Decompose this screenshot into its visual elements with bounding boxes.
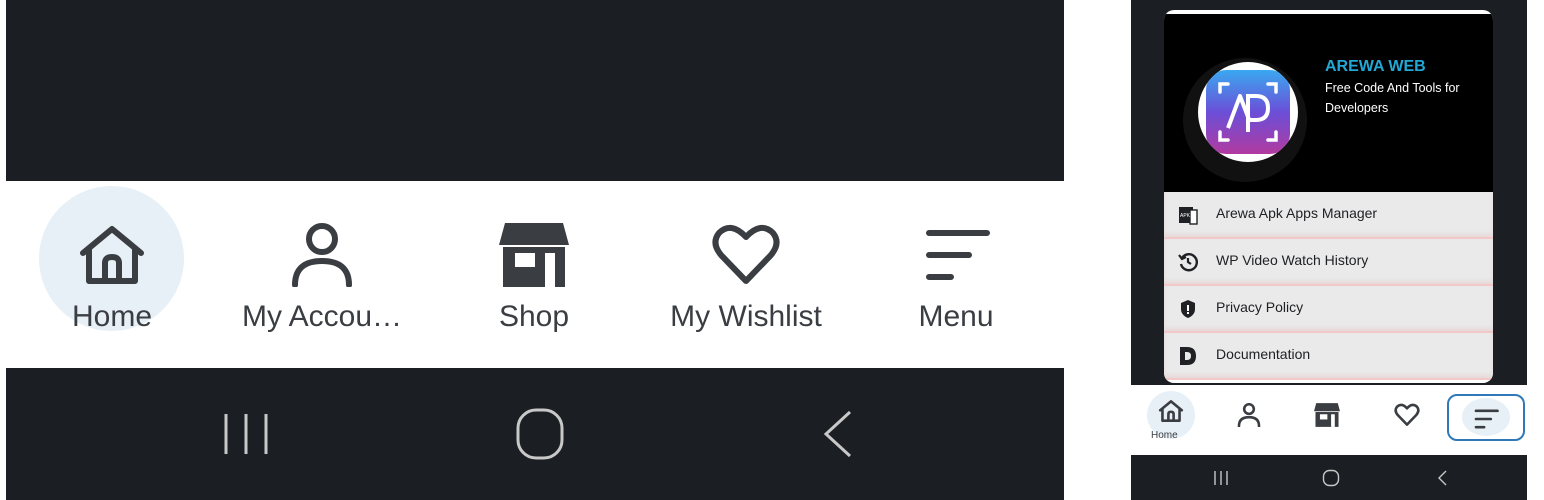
menu-icon xyxy=(921,223,991,287)
menu-item-label: Privacy Policy xyxy=(1216,299,1304,315)
home-icon xyxy=(1158,399,1184,423)
nav-my-wishlist[interactable]: My Wishlist xyxy=(646,181,846,368)
store-icon xyxy=(499,223,569,287)
apk-icon: APK xyxy=(1178,205,1198,225)
back-icon[interactable] xyxy=(1436,469,1448,487)
history-icon xyxy=(1178,252,1198,272)
mini-nav-wishlist[interactable] xyxy=(1377,385,1437,455)
store-icon xyxy=(1314,403,1340,427)
nav-menu-label: Menu xyxy=(918,300,994,333)
drawer-menu-list: APK Arewa Apk Apps Manager WP Video Watc… xyxy=(1164,192,1493,380)
nav-home[interactable]: Home xyxy=(12,181,212,368)
heart-icon xyxy=(1394,403,1420,427)
nav-shop-label: Shop xyxy=(498,300,570,333)
brand-title: AREWA WEB xyxy=(1325,58,1426,75)
home-circle-icon[interactable] xyxy=(1322,469,1340,487)
drawer-header: AREWA WEB Free Code And Tools for Develo… xyxy=(1164,14,1493,192)
mini-home-label: Home xyxy=(1151,430,1178,441)
document-d-icon xyxy=(1178,346,1198,366)
recents-icon[interactable] xyxy=(1213,469,1229,487)
menu-item-apk-manager[interactable]: APK Arewa Apk Apps Manager xyxy=(1164,192,1493,239)
user-icon xyxy=(1236,403,1262,427)
shield-icon xyxy=(1178,299,1198,319)
mini-nav-account[interactable] xyxy=(1219,385,1279,455)
phone-screenshot: AREWA WEB Free Code And Tools for Develo… xyxy=(1131,0,1527,500)
mini-nav-shop[interactable] xyxy=(1297,385,1357,455)
menu-item-watch-history[interactable]: WP Video Watch History xyxy=(1164,239,1493,286)
nav-my-account[interactable]: My Accou… xyxy=(222,181,422,368)
menu-item-documentation[interactable]: Documentation xyxy=(1164,333,1493,380)
brand-subtitle: Free Code And Tools for Developers xyxy=(1325,81,1460,115)
mini-nav-home[interactable] xyxy=(1141,385,1201,455)
back-icon[interactable] xyxy=(818,406,858,462)
menu-item-label: WP Video Watch History xyxy=(1216,252,1369,268)
zoomed-panel: Home My Accou… Shop My Wishlist Menu xyxy=(6,0,1064,500)
mini-bottom-nav: Home xyxy=(1131,385,1527,455)
heart-icon xyxy=(711,223,781,287)
user-icon xyxy=(287,223,357,287)
menu-item-label: Arewa Apk Apps Manager xyxy=(1216,205,1378,221)
nav-account-label: My Accou… xyxy=(241,300,403,333)
nav-wishlist-label: My Wishlist xyxy=(670,300,822,333)
svg-text:APK: APK xyxy=(1180,213,1191,219)
nav-home-label: Home xyxy=(71,300,153,333)
bottom-nav-bar: Home My Accou… Shop My Wishlist Menu xyxy=(6,181,1064,368)
mini-nav-menu[interactable] xyxy=(1456,385,1516,455)
menu-drawer: AREWA WEB Free Code And Tools for Develo… xyxy=(1164,10,1493,383)
menu-item-privacy-policy[interactable]: Privacy Policy xyxy=(1164,286,1493,333)
home-icon xyxy=(77,223,147,287)
content-area-dark xyxy=(6,0,1064,181)
recents-icon[interactable] xyxy=(222,406,272,462)
home-circle-icon[interactable] xyxy=(514,406,570,462)
system-nav-bar xyxy=(6,368,1064,500)
menu-item-label: Documentation xyxy=(1216,346,1311,362)
menu-icon xyxy=(1473,407,1499,431)
nav-menu[interactable]: Menu xyxy=(856,181,1056,368)
mini-system-nav-bar xyxy=(1131,455,1527,500)
nav-shop[interactable]: Shop xyxy=(434,181,634,368)
app-logo xyxy=(1198,62,1298,162)
